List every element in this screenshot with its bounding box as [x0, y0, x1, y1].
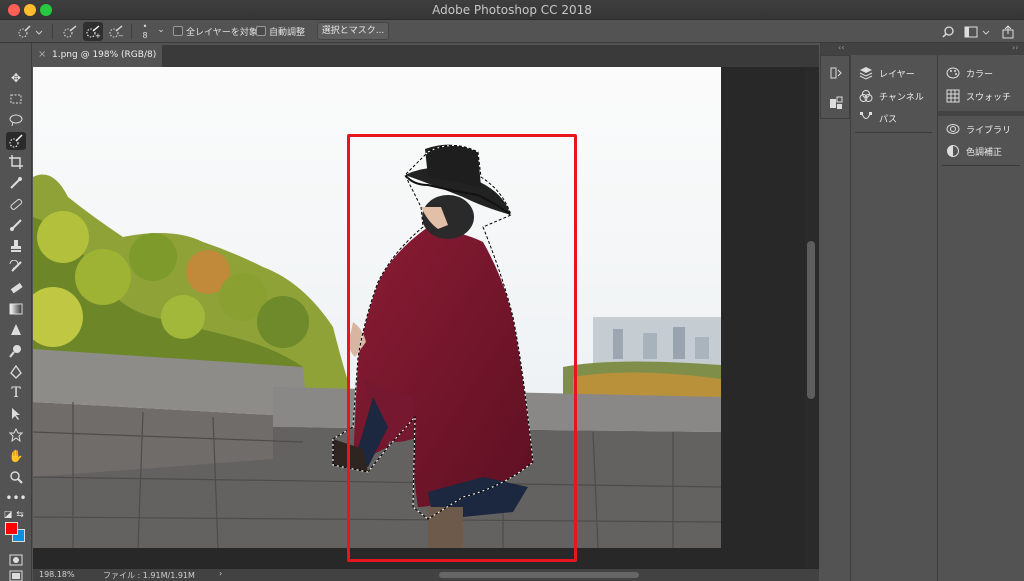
panel-column-layers: レイヤー チャンネル パス: [850, 55, 936, 581]
swatches-label: スウォッチ: [966, 92, 1012, 103]
custom-shape-tool-icon[interactable]: [6, 426, 26, 444]
brush-tool-icon[interactable]: [6, 216, 26, 234]
color-panel-tab[interactable]: カラー: [946, 65, 993, 81]
channels-icon: [859, 89, 873, 103]
add-to-selection-button[interactable]: +: [83, 22, 103, 41]
paths-label: パス: [879, 114, 898, 125]
zoom-tool-icon[interactable]: [6, 468, 26, 486]
select-and-mask-button[interactable]: 選択とマスク...: [317, 22, 389, 40]
adjustments-panel-tab[interactable]: 色調補正: [946, 143, 1002, 159]
collapsed-panel-column: [820, 55, 850, 119]
options-bar: + − • 8 ⌄ 全レイヤーを対象 自動調整 選択とマスク...: [0, 20, 1024, 43]
marquee-tool-icon[interactable]: [6, 90, 26, 108]
crop-tool-icon[interactable]: [6, 153, 26, 171]
adjustments-icon: [946, 144, 960, 158]
subtract-selection-icon: −: [109, 24, 124, 39]
sample-all-layers-label: 全レイヤーを対象: [186, 28, 258, 38]
layers-panel-tab[interactable]: レイヤー: [859, 65, 915, 81]
gradient-tool-icon[interactable]: [6, 300, 26, 318]
panel-column-color: カラー スウォッチ ライブラリ 色調補正: [937, 55, 1024, 581]
foreground-color-swatch[interactable]: [5, 522, 18, 535]
tools-panel: ✥ T ✋ ••• ◪ ⇆: [0, 43, 32, 581]
libraries-panel-tab[interactable]: ライブラリ: [946, 121, 1011, 137]
move-tool-icon[interactable]: ✥: [6, 69, 26, 87]
screen-mode-icon[interactable]: [6, 567, 26, 581]
add-selection-icon: +: [86, 24, 101, 39]
window-title: Adobe Photoshop CC 2018: [432, 3, 592, 17]
document-tab-bar: × 1.png @ 198% (RGB/8): [33, 45, 819, 67]
vertical-scrollbar-thumb[interactable]: [807, 241, 815, 399]
layers-icon: [859, 66, 873, 80]
new-selection-button[interactable]: [60, 22, 80, 41]
auto-enhance-label: 自動調整: [269, 28, 306, 38]
eyedropper-tool-icon[interactable]: [6, 174, 26, 192]
layers-label: レイヤー: [879, 69, 915, 80]
libraries-label: ライブラリ: [966, 125, 1012, 136]
workspace-icon: [964, 26, 990, 37]
history-panel-icon[interactable]: [826, 64, 846, 82]
share-button[interactable]: [998, 22, 1018, 41]
pen-tool-icon[interactable]: [6, 363, 26, 381]
search-icon: [942, 25, 954, 38]
svg-text:−: −: [118, 32, 124, 39]
channels-panel-tab[interactable]: チャンネル: [859, 88, 924, 104]
document-tab-title: 1.png @ 198% (RGB/8): [52, 50, 157, 60]
swatches-icon: [946, 89, 960, 103]
path-selection-tool-icon[interactable]: [6, 405, 26, 423]
lasso-tool-icon[interactable]: [6, 111, 26, 129]
sample-all-layers-checkbox[interactable]: [173, 26, 183, 36]
properties-panel-icon[interactable]: [826, 94, 846, 112]
zoom-level[interactable]: 198.18%: [39, 570, 75, 579]
share-icon: [1002, 24, 1014, 38]
collapse-arrows-icon: ‹‹: [838, 43, 845, 52]
chevron-down-icon: ⌄: [157, 25, 165, 35]
color-label: カラー: [966, 69, 994, 80]
clone-stamp-tool-icon[interactable]: [6, 237, 26, 255]
paths-panel-tab[interactable]: パス: [859, 110, 897, 126]
brush-dot-icon: •: [142, 22, 148, 31]
palette-icon: [946, 66, 960, 80]
dodge-tool-icon[interactable]: [6, 342, 26, 360]
status-menu-arrow[interactable]: ›: [219, 569, 222, 578]
svg-text:+: +: [95, 32, 101, 39]
status-bar: 198.18% ファイル : 1.91M/1.91M ›: [33, 569, 819, 581]
blur-tool-icon[interactable]: [6, 321, 26, 339]
auto-enhance-checkbox[interactable]: [256, 26, 266, 36]
channels-label: チャンネル: [879, 92, 924, 103]
more-tools-icon[interactable]: •••: [5, 489, 26, 507]
paths-icon: [859, 111, 873, 125]
quick-selection-icon: [18, 25, 43, 37]
search-button[interactable]: [938, 22, 958, 41]
eraser-tool-icon[interactable]: [6, 279, 26, 297]
horizontal-scrollbar-thumb[interactable]: [439, 572, 639, 578]
document-tab[interactable]: × 1.png @ 198% (RGB/8): [33, 45, 163, 67]
panel-dock-strip[interactable]: ‹‹ ››: [820, 43, 1024, 55]
quick-selection-tool-icon[interactable]: [6, 132, 26, 150]
adjustments-label: 色調補正: [966, 147, 1003, 158]
new-selection-icon: [63, 24, 77, 37]
subtract-selection-button[interactable]: −: [106, 22, 126, 41]
type-tool-icon[interactable]: T: [6, 384, 26, 402]
highlight-annotation-box: [347, 134, 577, 562]
swatches-panel-tab[interactable]: スウォッチ: [946, 88, 1011, 104]
title-bar: Adobe Photoshop CC 2018: [0, 0, 1024, 20]
hand-tool-icon[interactable]: ✋: [6, 447, 26, 465]
tool-preset-picker[interactable]: [14, 22, 44, 41]
file-info: ファイル : 1.91M/1.91M: [103, 571, 195, 580]
workspace-switcher[interactable]: [962, 22, 992, 41]
close-tab-icon[interactable]: ×: [38, 49, 46, 60]
brush-size-value: 8: [142, 31, 148, 40]
libraries-icon: [946, 122, 960, 136]
canvas-area[interactable]: [33, 67, 819, 569]
collapse-arrows-icon: ››: [1012, 43, 1019, 52]
healing-brush-tool-icon[interactable]: [6, 195, 26, 213]
history-brush-tool-icon[interactable]: [6, 258, 26, 276]
